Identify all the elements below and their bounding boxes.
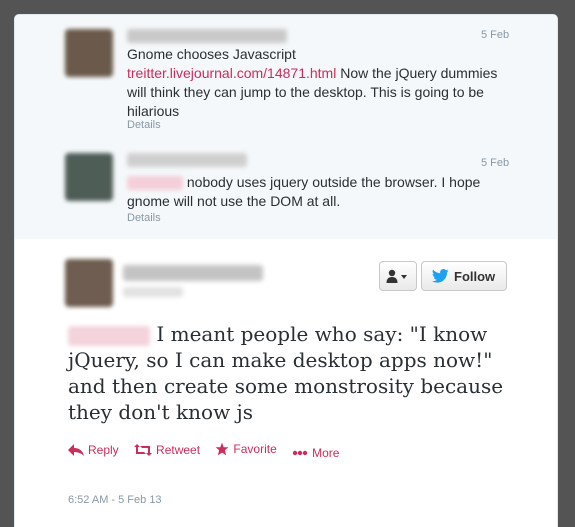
avatar[interactable] [65,153,113,201]
retweet-action[interactable]: Retweet [134,443,200,457]
reply-label: Reply [88,443,119,457]
main-tweet-text: I meant people who say: "I know jQuery, … [68,321,508,425]
details-link[interactable]: Details [127,212,161,224]
tweet-actions: Reply Retweet Favorite More [68,442,351,460]
reply-action[interactable]: Reply [68,443,119,457]
avatar[interactable] [65,259,113,307]
follow-button[interactable]: Follow [421,261,507,291]
user-dropdown-icon [386,269,407,283]
details-link[interactable]: Details [127,119,161,131]
blurred-user-name [123,265,263,281]
more-action[interactable]: More [292,446,339,460]
more-dots-icon [292,450,308,456]
blurred-user-name [127,29,287,43]
tweet-timestamp[interactable]: 6:52 AM - 5 Feb 13 [68,494,162,506]
favorite-action[interactable]: Favorite [215,442,277,456]
reply-icon [68,444,84,456]
retweet-icon [134,444,153,456]
tweet-link[interactable]: treitter.livejournal.com/14871.html [127,65,336,81]
more-label: More [312,446,340,460]
retweet-label: Retweet [156,443,201,457]
blurred-user-name [127,153,247,167]
tweet-date[interactable]: 5 Feb [481,29,509,41]
favorite-label: Favorite [233,442,277,456]
tweet-card: 5 Feb Gnome chooses Javascript treitter.… [14,14,558,527]
follow-label: Follow [454,269,496,284]
tweet-text: Gnome chooses Javascript treitter.livejo… [127,45,507,121]
tweet-date[interactable]: 5 Feb [481,157,509,169]
blurred-mention[interactable] [68,325,150,346]
user-actions-button[interactable] [379,261,417,291]
conversation-tweet-2[interactable]: 5 Feb nobody uses jquery outside the bro… [15,143,557,240]
blurred-screen-name [123,287,183,297]
tweet-text-start: Gnome chooses Javascript [127,46,296,62]
conversation-tweet-1[interactable]: 5 Feb Gnome chooses Javascript treitter.… [15,15,557,144]
favorite-star-icon [215,442,229,456]
blurred-mention[interactable] [127,176,183,191]
main-tweet: Follow I meant people who say: "I know j… [15,239,557,527]
avatar[interactable] [65,29,113,77]
twitter-bird-icon [432,269,449,283]
tweet-text: nobody uses jquery outside the browser. … [127,173,507,211]
